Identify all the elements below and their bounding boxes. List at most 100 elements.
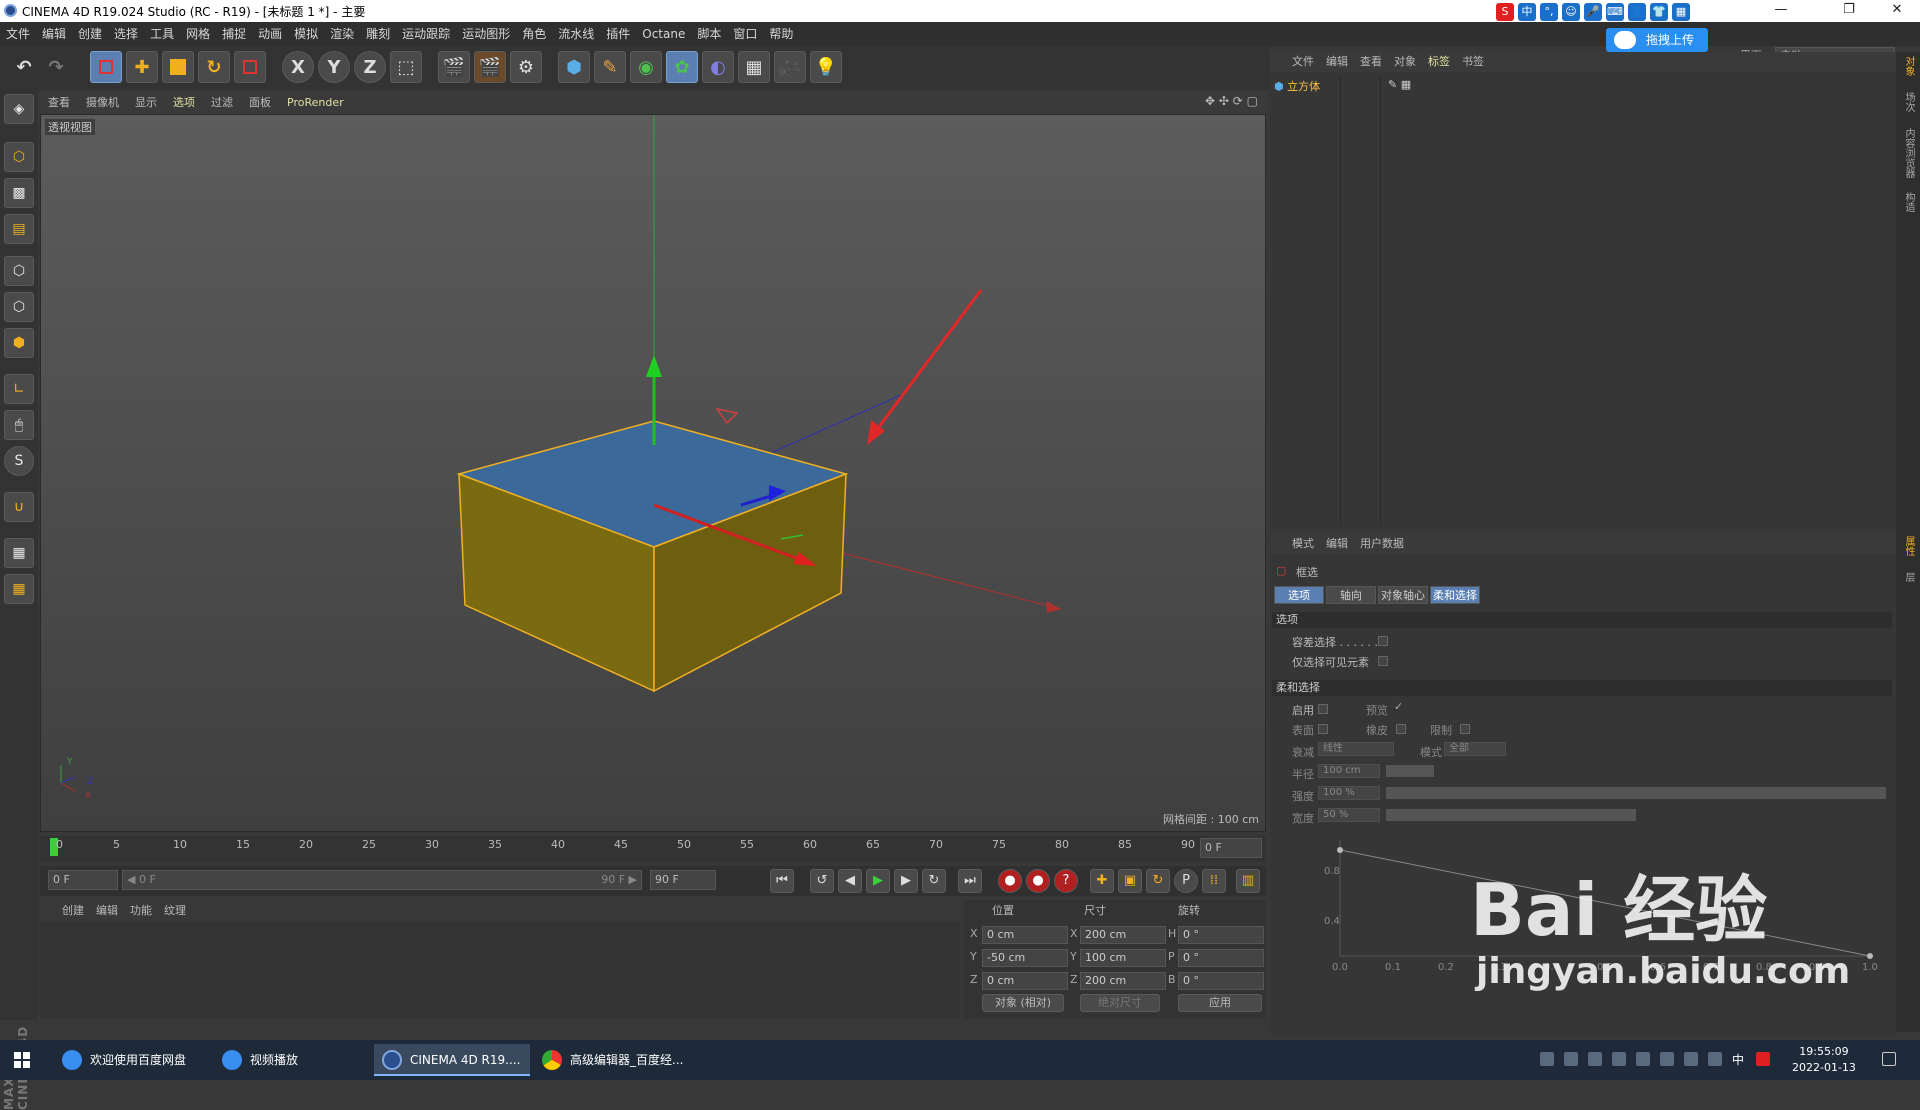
preview-checkmark[interactable]: ✓ — [1394, 700, 1403, 713]
input-language-indicator[interactable]: 中 — [1732, 1051, 1744, 1068]
task-cinema4d[interactable]: CINEMA 4D R19.... — [374, 1044, 530, 1076]
goto-end-icon[interactable]: ⏭ — [958, 869, 982, 893]
pos-x-field[interactable]: 0 cm — [982, 926, 1068, 944]
close-button[interactable]: ✕ — [1874, 0, 1920, 22]
snap-icon[interactable]: S — [4, 446, 34, 476]
workplane-icon[interactable]: ▤ — [4, 214, 34, 244]
menu-select[interactable]: 选择 — [108, 22, 144, 46]
menu-create[interactable]: 创建 — [72, 22, 108, 46]
perspective-viewport[interactable]: 透视视图 Y Z X 网格间距 : 100 cm — [40, 114, 1266, 832]
surface-checkbox[interactable] — [1318, 724, 1328, 734]
recent-tool-icon[interactable] — [234, 51, 266, 83]
rtab-takes[interactable]: 场次 — [1900, 92, 1916, 112]
timeline-ruler[interactable]: 0 5 10 15 20 25 30 35 40 45 50 55 60 65 … — [40, 836, 1266, 862]
menu-plugins[interactable]: 插件 — [600, 22, 636, 46]
attr-menu-userdata[interactable]: 用户数据 — [1354, 534, 1410, 554]
windows-start-icon[interactable] — [14, 1052, 30, 1068]
sogou-icon[interactable]: S — [1496, 3, 1514, 21]
live-select-icon[interactable] — [90, 51, 122, 83]
menu-octane[interactable]: Octane — [636, 22, 691, 46]
size-z-field[interactable]: 200 cm — [1080, 972, 1166, 990]
size-mode-select[interactable]: 绝对尺寸 — [1080, 994, 1160, 1012]
move-icon[interactable]: ✚ — [126, 51, 158, 83]
rtab-content-browser[interactable]: 内容浏览器 — [1900, 128, 1916, 178]
key-scale-icon[interactable]: ▣ — [1118, 869, 1142, 893]
task-video-player[interactable]: 视频播放 — [214, 1044, 370, 1076]
key-parameter-icon[interactable]: P — [1174, 869, 1198, 893]
expand-tray-icon[interactable] — [1660, 1052, 1674, 1066]
polygons-mode-icon[interactable]: ⬢ — [4, 328, 34, 358]
goto-start-icon[interactable]: ⏮ — [770, 869, 794, 893]
upload-button[interactable]: 拖拽上传 — [1606, 28, 1708, 52]
viewport-menu-camera[interactable]: 摄像机 — [78, 92, 127, 114]
menu-sculpt[interactable]: 雕刻 — [360, 22, 396, 46]
current-frame-field[interactable]: 0 F — [1200, 838, 1262, 858]
width-slider[interactable] — [1386, 809, 1636, 821]
model-mode-icon[interactable]: ⬡ — [4, 142, 34, 172]
menu-character[interactable]: 角色 — [516, 22, 552, 46]
render-picture-viewer-icon[interactable]: 🎬 — [474, 51, 506, 83]
viewport-menu-prorender[interactable]: ProRender — [279, 92, 352, 114]
camera-icon[interactable]: 🎥 — [774, 51, 806, 83]
magnet-icon[interactable]: ∪ — [4, 492, 34, 522]
falloff-select[interactable]: 线性 — [1318, 742, 1394, 756]
y-axis-lock-icon[interactable]: Y — [318, 51, 350, 83]
strength-field[interactable]: 100 % — [1318, 786, 1380, 800]
x-axis-lock-icon[interactable]: X — [282, 51, 314, 83]
viewport-menu-view[interactable]: 查看 — [40, 92, 78, 114]
enable-checkbox[interactable] — [1318, 704, 1328, 714]
ime-keyboard-icon[interactable]: ⌨ — [1606, 3, 1624, 21]
material-menu-create[interactable]: 创建 — [56, 900, 90, 922]
menu-pipeline[interactable]: 流水线 — [552, 22, 600, 46]
menu-render[interactable]: 渲染 — [324, 22, 360, 46]
deformer-icon[interactable]: ◐ — [702, 51, 734, 83]
tab-axis[interactable]: 轴向 — [1326, 586, 1376, 604]
obj-menu-tags[interactable]: 标签 — [1422, 52, 1456, 72]
points-mode-icon[interactable]: ⬡ — [4, 256, 34, 286]
keyframe-selection-icon[interactable]: ? — [1054, 869, 1078, 893]
texture-mode-icon[interactable]: ▩ — [4, 178, 34, 208]
material-menu-function[interactable]: 功能 — [124, 900, 158, 922]
obj-menu-file[interactable]: 文件 — [1286, 52, 1320, 72]
end-frame-field[interactable]: 90 F — [650, 870, 716, 890]
width-field[interactable]: 50 % — [1318, 808, 1380, 822]
make-editable-icon[interactable]: ◈ — [4, 94, 34, 124]
render-view-icon[interactable]: 🎬 — [438, 51, 470, 83]
rot-b-field[interactable]: 0 ° — [1178, 972, 1264, 990]
rtab-layers[interactable]: 层 — [1900, 572, 1916, 582]
netdisk-tray-icon[interactable] — [1564, 1052, 1578, 1066]
prev-frame-icon[interactable]: ◀ — [838, 869, 862, 893]
ime-toolbar[interactable]: S 中 °, ☺ 🎤 ⌨ 👤 👕 ▦ — [1496, 1, 1690, 23]
next-frame-icon[interactable]: ▶ — [894, 869, 918, 893]
floor-icon[interactable]: ▦ — [738, 51, 770, 83]
menu-mograph[interactable]: 运动图形 — [456, 22, 516, 46]
edges-mode-icon[interactable]: ⬡ — [4, 292, 34, 322]
task-chrome-editor[interactable]: 高级编辑器_百度经... — [534, 1044, 690, 1076]
rubber-checkbox[interactable] — [1396, 724, 1406, 734]
ime-lang-icon[interactable]: 中 — [1518, 3, 1536, 21]
ime-user-icon[interactable]: 👤 — [1628, 3, 1646, 21]
undo-icon[interactable]: ↶ — [8, 51, 40, 83]
limit-checkbox[interactable] — [1460, 724, 1470, 734]
key-rotation-icon[interactable]: ↻ — [1146, 869, 1170, 893]
object-name[interactable]: 立方体 — [1287, 80, 1320, 93]
ime-toolbox-icon[interactable]: ▦ — [1672, 3, 1690, 21]
ime-skin-icon[interactable]: 👕 — [1650, 3, 1668, 21]
rtab-structure[interactable]: 构造 — [1900, 192, 1916, 212]
pen-spline-icon[interactable]: ✎ — [594, 51, 626, 83]
scale-icon[interactable] — [162, 51, 194, 83]
ime-punct-icon[interactable]: °, — [1540, 3, 1558, 21]
coord-mode-select[interactable]: 对象 (相对) — [982, 994, 1064, 1012]
play-icon[interactable]: ▶ — [866, 869, 890, 893]
rotate-icon[interactable]: ↻ — [198, 51, 230, 83]
frame-range-slider[interactable]: ◀ 0 F 90 F ▶ — [122, 870, 642, 890]
record-key-icon[interactable]: ● — [998, 869, 1022, 893]
mode-select[interactable]: 全部 — [1444, 742, 1506, 756]
lock-workplane-icon[interactable]: ▦ — [4, 538, 34, 568]
network-tray-icon[interactable] — [1684, 1052, 1698, 1066]
cube-primitive-icon[interactable]: ⬢ — [558, 51, 590, 83]
menu-file[interactable]: 文件 — [0, 22, 36, 46]
menu-animate[interactable]: 动画 — [252, 22, 288, 46]
strength-slider[interactable] — [1386, 787, 1886, 799]
maximize-button[interactable]: ❐ — [1826, 0, 1872, 22]
